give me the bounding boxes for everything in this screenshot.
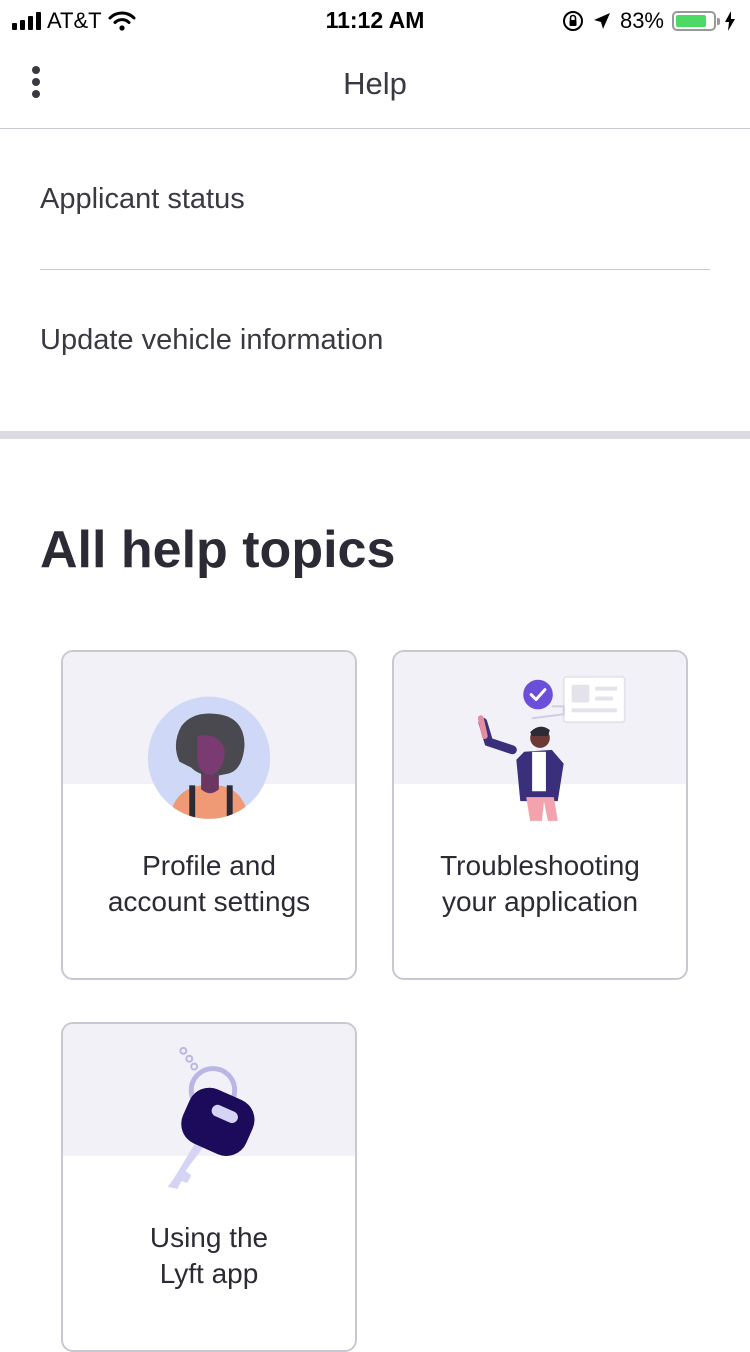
topic-card-using-app[interactable]: Using the Lyft app (61, 1022, 357, 1352)
link-label: Applicant status (40, 182, 245, 215)
quick-links: Applicant status Update vehicle informat… (0, 129, 750, 411)
status-bar: AT&T 11:12 AM 83% (0, 0, 750, 40)
topic-card-profile[interactable]: Profile and account settings (61, 650, 357, 980)
app-header: Help (0, 40, 750, 129)
card-label-line2: Lyft app (159, 1258, 259, 1289)
car-key-illustration (167, 1046, 255, 1189)
link-label: Update vehicle information (40, 324, 384, 356)
update-vehicle-link[interactable]: Update vehicle information (40, 270, 710, 411)
status-right: 83% (562, 8, 736, 34)
card-label-line2: your application (441, 886, 639, 917)
rotation-lock-icon (562, 11, 583, 31)
avatar-illustration (147, 696, 271, 819)
card-label: Using the Lyft app (73, 1220, 345, 1292)
battery-percent: 83% (619, 8, 664, 33)
topic-card-troubleshooting[interactable]: Troubleshooting your application (392, 650, 688, 980)
charging-bolt-icon (725, 11, 735, 31)
section-divider (0, 431, 750, 439)
card-label-line1: Troubleshooting (440, 850, 640, 881)
card-label: Profile and account settings (73, 848, 345, 920)
applicant-status-link[interactable]: Applicant status (40, 129, 710, 270)
card-label: Troubleshooting your application (404, 848, 676, 920)
section-heading: All help topics (40, 521, 396, 579)
approval-illustration (477, 675, 626, 821)
card-label-line1: Profile and (142, 850, 276, 881)
card-label-line2: account settings (107, 886, 311, 917)
battery-icon (672, 11, 720, 31)
location-arrow-icon (593, 13, 610, 29)
battery-fill (676, 15, 706, 27)
page-title: Help (343, 66, 407, 101)
card-label-line1: Using the (149, 1222, 269, 1253)
